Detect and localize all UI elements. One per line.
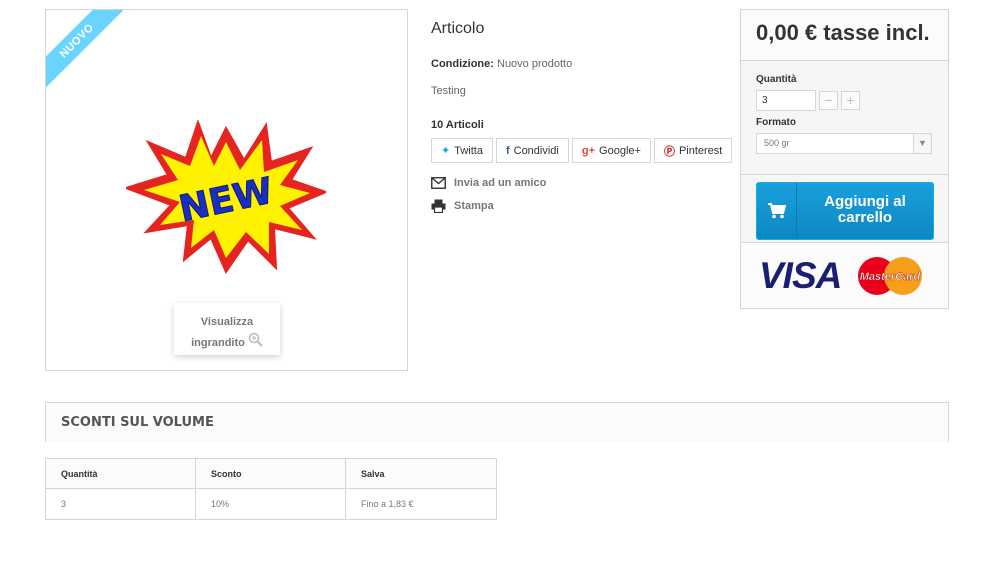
product-description: Testing — [431, 85, 466, 97]
add-to-cart-label-2: carrello — [837, 209, 893, 226]
google-plus-share-button[interactable]: g+ Google+ — [571, 138, 651, 163]
quantity-decrease-button[interactable]: − — [819, 91, 838, 110]
quantity-label: Quantità — [756, 74, 797, 85]
visa-logo: VISA — [759, 255, 841, 296]
new-burst-image[interactable]: NEW — [126, 120, 326, 275]
google-plus-icon: g+ — [581, 144, 596, 157]
condition-label: Condizione: — [431, 58, 494, 70]
twitter-share-button[interactable]: ✦ Twitta — [431, 138, 493, 163]
facebook-share-button[interactable]: f Condividi — [495, 138, 569, 163]
printer-icon — [431, 199, 446, 213]
quantity-row: − + — [756, 90, 933, 111]
product-image-box: Nuovo NEW Visualizza ingrandito — [45, 9, 408, 371]
add-to-cart-label-1: Aggiungi al — [824, 193, 906, 210]
table-row: 3 10% Fino a 1,83 € — [45, 488, 497, 520]
twitter-icon: ✦ — [441, 145, 451, 157]
facebook-icon: f — [505, 144, 510, 157]
column-header-savings: Salva — [345, 458, 497, 489]
chevron-down-icon: ▼ — [913, 134, 931, 153]
add-to-cart-label: Aggiungi al carrello — [797, 183, 933, 239]
condition-value: Nuovo prodotto — [497, 58, 573, 70]
product-title: Articolo — [431, 20, 485, 37]
product-options: Quantità − + Formato 500 gr ▼ — [741, 61, 948, 175]
format-label: Formato — [756, 117, 796, 128]
twitter-share-label: Twitta — [454, 144, 483, 157]
column-header-quantity: Quantità — [45, 458, 196, 489]
pinterest-share-label: Pinterest — [678, 144, 723, 157]
product-condition: Condizione: Nuovo prodotto — [431, 58, 721, 70]
stock-quantity: 10 Articoli — [431, 119, 484, 131]
facebook-share-label: Condividi — [513, 144, 559, 157]
add-to-cart-button[interactable]: Aggiungi al carrello — [756, 182, 934, 240]
volume-discounts-table: Quantità Sconto Salva 3 10% Fino a 1,83 … — [45, 458, 497, 520]
price-area: 0,00 € tasse incl. — [741, 10, 948, 61]
magnifier-plus-icon — [248, 332, 263, 354]
mastercard-text: MasterCard — [860, 271, 921, 283]
cart-area: Aggiungi al carrello — [741, 175, 948, 243]
column-header-discount: Sconto — [195, 458, 346, 489]
format-select[interactable]: 500 gr ▼ — [756, 133, 932, 154]
zoom-label-2: ingrandito — [191, 336, 245, 349]
payment-logos: VISA MasterCard — [741, 243, 948, 302]
product-links: Invia ad un amico Stampa — [431, 175, 721, 213]
payment-cards-image: VISA MasterCard — [759, 255, 922, 296]
print-label: Stampa — [454, 199, 494, 212]
google-plus-share-label: Google+ — [599, 144, 641, 157]
product-info: Articolo Condizione: Nuovo prodotto Test… — [431, 20, 733, 221]
cell-discount: 10% — [195, 488, 346, 520]
quantity-increase-button[interactable]: + — [841, 91, 860, 110]
cell-savings: Fino a 1,83 € — [345, 488, 497, 520]
volume-discounts-header: SCONTI SUL VOLUME — [45, 402, 949, 442]
table-header-row: Quantità Sconto Salva — [45, 458, 497, 489]
pinterest-icon: Ⓟ — [663, 145, 675, 158]
cart-icon — [757, 183, 797, 239]
share-buttons: ✦ Twitta f Condividi g+ Google+ Ⓟ Pinterest — [431, 138, 733, 163]
buy-box: 0,00 € tasse incl. Quantità − + Formato … — [740, 9, 949, 309]
envelope-icon — [431, 176, 446, 189]
print-link[interactable]: Stampa — [431, 198, 721, 213]
zoom-label-1: Visualizza — [200, 316, 254, 328]
send-to-friend-link[interactable]: Invia ad un amico — [431, 175, 721, 190]
new-ribbon: Nuovo — [46, 10, 131, 95]
send-to-friend-label: Invia ad un amico — [454, 176, 547, 189]
format-selected-value: 500 gr — [764, 138, 790, 148]
quantity-input[interactable] — [756, 90, 816, 111]
product-price: 0,00 € tasse incl. — [756, 20, 930, 45]
pinterest-share-button[interactable]: Ⓟ Pinterest — [653, 138, 733, 163]
cell-quantity: 3 — [45, 488, 196, 520]
mastercard-logo: MasterCard — [858, 257, 922, 295]
zoom-button[interactable]: Visualizza ingrandito — [174, 303, 280, 355]
